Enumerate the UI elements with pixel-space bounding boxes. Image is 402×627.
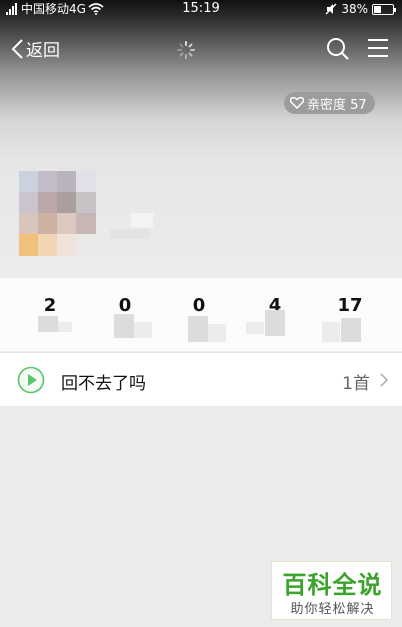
stat-value[interactable]: 0 [169, 295, 229, 316]
battery-percent: 38% [341, 2, 368, 16]
intimacy-badge[interactable]: 亲密度 57 [284, 92, 375, 114]
stat-label-blur [341, 318, 361, 342]
song-list-item[interactable]: 回不去了吗 1首 [0, 352, 402, 406]
stat-label-blur [246, 322, 264, 334]
back-label: 返回 [26, 41, 60, 61]
avatar[interactable] [19, 171, 96, 258]
menu-icon[interactable] [368, 38, 388, 58]
username-blur-shadow [110, 229, 150, 239]
search-icon[interactable] [326, 37, 350, 61]
heart-icon [290, 97, 304, 109]
watermark-title: 百科全说 [282, 571, 383, 599]
stat-label-blur [265, 310, 285, 336]
stat-label-blur [188, 316, 208, 342]
intimacy-label: 亲密度 57 [307, 97, 367, 113]
stat-value[interactable]: 2 [20, 295, 80, 316]
play-icon[interactable] [17, 366, 45, 394]
mute-icon [325, 3, 337, 15]
stat-label-blur [208, 324, 226, 342]
username-blur [131, 213, 153, 227]
stat-label-blur [322, 322, 340, 342]
song-title: 回不去了吗 [61, 374, 146, 394]
status-bar: 中国移动4G 15:19 38% [0, 0, 402, 18]
battery-icon [372, 3, 396, 15]
back-chevron-icon [11, 38, 23, 59]
watermark-logo: 百科全说 助你轻松解决 [271, 561, 392, 620]
stat-label-blur [58, 322, 72, 332]
nav-bar: 返回 [0, 28, 402, 68]
loading-spinner-icon [177, 41, 195, 59]
stats-row: 2 0 0 4 17 [0, 278, 402, 351]
stat-value[interactable]: 0 [95, 295, 155, 316]
stat-label-blur [134, 322, 152, 338]
watermark-subtitle: 助你轻松解决 [290, 602, 375, 617]
stat-label-blur [38, 316, 58, 332]
song-count: 1首 [342, 374, 370, 394]
stat-label-blur [114, 314, 134, 338]
chevron-right-icon [380, 373, 388, 387]
back-button[interactable]: 返回 [10, 36, 60, 61]
stat-value[interactable]: 17 [320, 295, 380, 316]
